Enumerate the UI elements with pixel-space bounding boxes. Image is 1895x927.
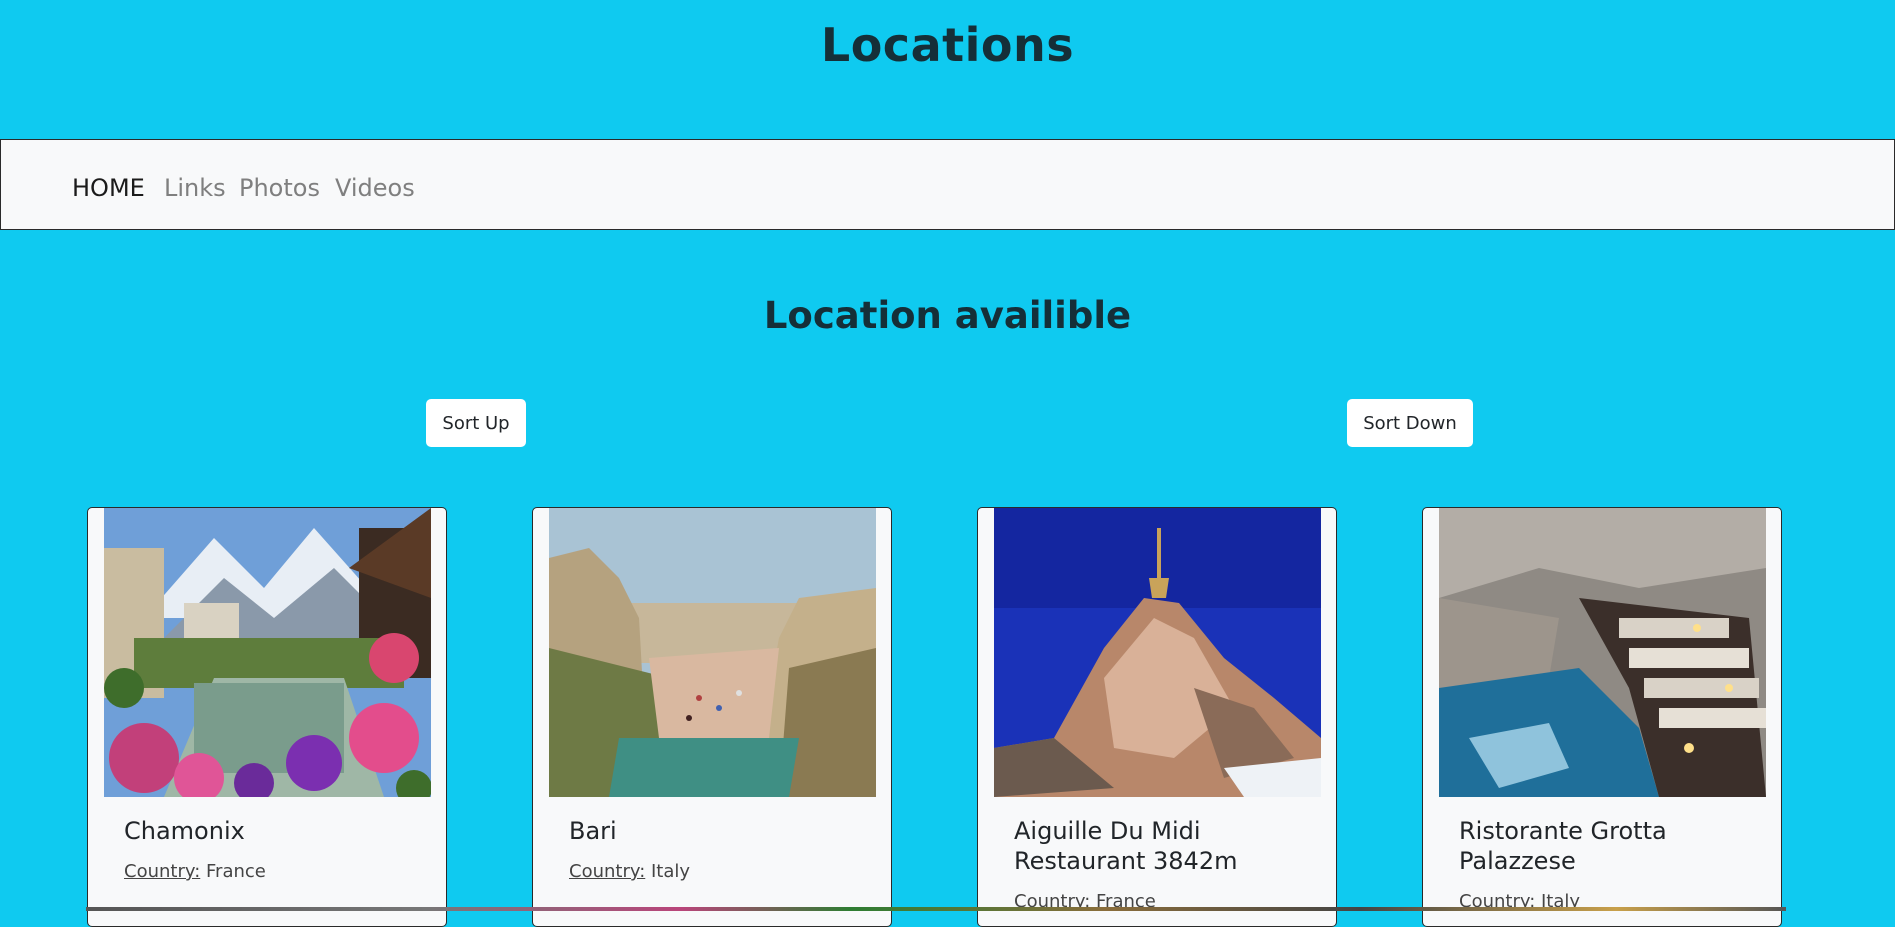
next-row-images-edge	[86, 907, 1786, 911]
nav-videos-link[interactable]: Videos	[335, 174, 415, 202]
card-title: Chamonix	[124, 817, 245, 845]
aiguille-du-midi-image	[994, 508, 1321, 797]
card-title: Aiguille Du Midi Restaurant 3842m	[1014, 817, 1238, 875]
card-title: Ristorante Grotta Palazzese	[1459, 817, 1667, 875]
main-navbar: HOME Links Photos Videos	[0, 139, 1895, 230]
grotta-palazzese-image	[1439, 508, 1766, 797]
country-label: Country:	[569, 861, 646, 882]
location-card-aiguille-du-midi[interactable]: Aiguille Du Midi Restaurant 3842m Countr…	[977, 507, 1337, 927]
page-title: Locations	[820, 18, 1075, 72]
nav-photos-link[interactable]: Photos	[239, 174, 320, 202]
nav-home-link[interactable]: HOME	[72, 174, 145, 202]
sort-up-button[interactable]: Sort Up	[426, 399, 526, 447]
bari-image	[549, 508, 876, 797]
location-card-grotta-palazzese[interactable]: Ristorante Grotta Palazzese Country: Ita…	[1422, 507, 1782, 927]
nav-links-link[interactable]: Links	[164, 174, 226, 202]
section-title: Location availible	[763, 294, 1132, 337]
country-value: Italy	[651, 861, 691, 882]
card-country: Country: Italy	[569, 861, 690, 882]
sort-down-button[interactable]: Sort Down	[1347, 399, 1473, 447]
location-card-chamonix[interactable]: Chamonix Country: France	[87, 507, 447, 927]
card-title: Bari	[569, 817, 617, 845]
chamonix-image	[104, 508, 431, 797]
card-country: Country: France	[124, 861, 266, 882]
country-label: Country:	[124, 861, 201, 882]
location-card-bari[interactable]: Bari Country: Italy	[532, 507, 892, 927]
country-value: France	[206, 861, 266, 882]
